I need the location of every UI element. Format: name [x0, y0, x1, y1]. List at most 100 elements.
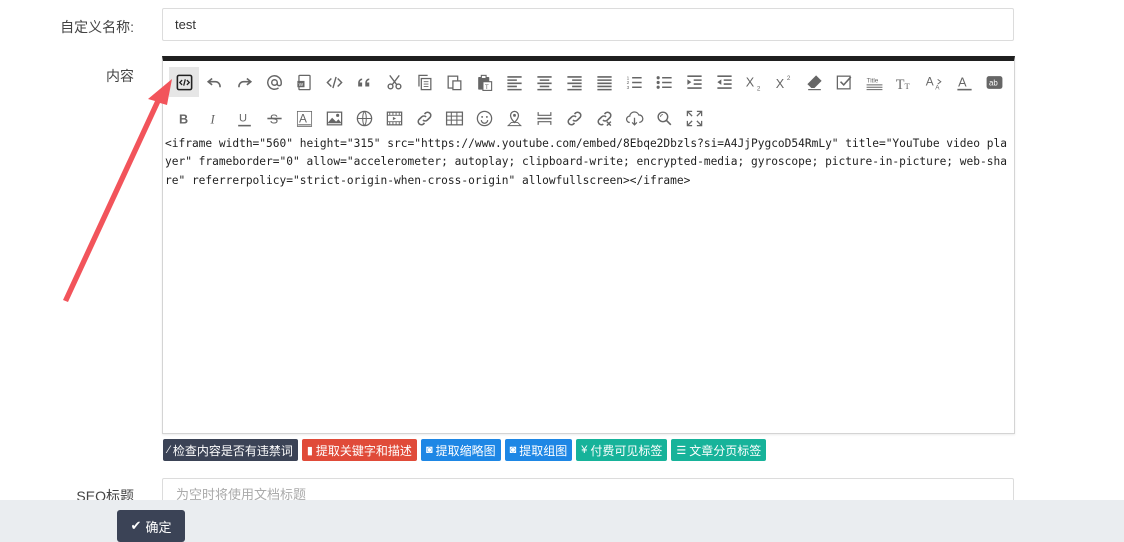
- background-color-icon: ab: [986, 75, 1002, 89]
- superscript-icon: X2: [775, 75, 790, 91]
- globe-image-icon: [356, 110, 372, 126]
- action-button-6[interactable]: ☰ 文章分页标签: [671, 439, 767, 461]
- cut-icon: [386, 74, 402, 90]
- toolbar-button-align-justify[interactable]: [589, 67, 619, 97]
- outdent-icon: [716, 74, 732, 89]
- list-icon: ☰: [676, 444, 687, 457]
- insert-link-icon: [567, 111, 581, 125]
- toolbar-button-cut[interactable]: [379, 67, 409, 97]
- confirm-button[interactable]: ✔ 确定: [117, 510, 185, 542]
- indent-icon: [686, 74, 702, 89]
- yen-icon: ¥: [581, 444, 588, 456]
- toolbar-button-unlink[interactable]: [589, 103, 619, 133]
- toolbar-button-code[interactable]: [319, 67, 349, 97]
- font-color-icon: A: [956, 75, 972, 90]
- toolbar-button-source-code[interactable]: [169, 67, 199, 97]
- toolbar-button-outdent[interactable]: [709, 67, 739, 97]
- search-replace-icon: [656, 110, 671, 125]
- svg-text:I: I: [209, 112, 215, 126]
- toolbar-button-text-style[interactable]: A: [289, 103, 319, 133]
- toolbar-button-select-all[interactable]: [829, 67, 859, 97]
- toolbar-button-italic[interactable]: I: [199, 103, 229, 133]
- toolbar-button-table[interactable]: [439, 103, 469, 133]
- title-icon: Title: [866, 77, 882, 90]
- toolbar-button-map[interactable]: [499, 103, 529, 133]
- toolbar-button-image[interactable]: [319, 103, 349, 133]
- toolbar-button-strikethrough[interactable]: S: [259, 103, 289, 133]
- source-code-area[interactable]: <iframe width="560" height="315" src="ht…: [163, 135, 1014, 190]
- toolbar-button-align-center[interactable]: [529, 67, 559, 97]
- toolbar-button-at[interactable]: [259, 67, 289, 97]
- paste-icon: [447, 75, 461, 90]
- toolbar-button-cloud-download[interactable]: [619, 103, 649, 133]
- toolbar-button-align-right[interactable]: [559, 67, 589, 97]
- toolbar-button-word-import[interactable]: W: [289, 67, 319, 97]
- toolbar-button-horizontal-rule[interactable]: [529, 103, 559, 133]
- toolbar-button-insert-link[interactable]: [559, 103, 589, 133]
- action-button-4[interactable]: ◙ 提取组图: [504, 439, 573, 461]
- toolbar-button-search-replace[interactable]: [649, 103, 679, 133]
- toolbar-button-background-color[interactable]: ab: [979, 67, 1009, 97]
- toolbar-button-subscript[interactable]: X2: [739, 67, 769, 97]
- toolbar-button-unordered-list[interactable]: [649, 67, 679, 97]
- toolbar-button-paste[interactable]: [439, 67, 469, 97]
- svg-text:A: A: [935, 84, 940, 91]
- svg-text:A: A: [925, 74, 933, 88]
- toolbar-button-title[interactable]: Title: [859, 67, 889, 97]
- toolbar-button-underline[interactable]: U: [229, 103, 259, 133]
- svg-text:X: X: [745, 75, 754, 89]
- toolbar-button-font-color[interactable]: A: [949, 67, 979, 97]
- text-scale-icon: AA: [925, 74, 942, 91]
- svg-text:ab: ab: [988, 78, 997, 87]
- underline-icon: U: [237, 112, 251, 126]
- paste-text-icon: T: [477, 74, 492, 91]
- toolbar-button-bold[interactable]: B: [169, 103, 199, 133]
- toolbar-button-copy[interactable]: [409, 67, 439, 97]
- align-right-icon: [566, 75, 582, 90]
- undo-icon: [206, 77, 221, 87]
- svg-text:B: B: [178, 112, 187, 126]
- select-all-icon: [836, 75, 851, 89]
- file-icon: ▮: [306, 444, 313, 457]
- toolbar-button-undo[interactable]: [199, 67, 229, 97]
- toolbar-button-globe-image[interactable]: [349, 103, 379, 133]
- at-icon: [266, 74, 282, 90]
- toolbar-button-blockquote[interactable]: [349, 67, 379, 97]
- wand-icon: ⁄: [168, 444, 170, 456]
- action-button-1[interactable]: ⁄ 检查内容是否有违禁词: [163, 439, 298, 461]
- page: 自定义名称: test 内容 W T 1 2 3 X 2 X 2 Title T T A A Aab BIU…: [0, 0, 1124, 542]
- action-button-2[interactable]: ▮ 提取关键字和描述: [301, 439, 417, 461]
- toolbar-row-2: B I USA: [169, 101, 709, 135]
- toolbar-button-fullscreen[interactable]: [679, 103, 709, 133]
- custom-name-input[interactable]: test: [162, 8, 1014, 41]
- toolbar-button-ordered-list[interactable]: 123: [619, 67, 649, 97]
- editor-toolbar: WT123X2X2TitleTTAAAab BIUSA: [163, 61, 1014, 133]
- action-button-5[interactable]: ¥ 付费可见标签: [576, 439, 668, 461]
- align-center-icon: [536, 75, 552, 90]
- toolbar-button-superscript[interactable]: X2: [769, 67, 799, 97]
- toolbar-button-emoji[interactable]: [469, 103, 499, 133]
- toolbar-button-font-size[interactable]: TT: [889, 67, 919, 97]
- toolbar-button-link[interactable]: [409, 103, 439, 133]
- table-icon: [445, 111, 463, 125]
- toolbar-button-redo[interactable]: [229, 67, 259, 97]
- custom-name-label: 自定义名称:: [60, 19, 134, 35]
- video-icon: [386, 111, 402, 125]
- emoji-icon: [476, 110, 492, 126]
- rich-text-editor[interactable]: WT123X2X2TitleTTAAAab BIUSA <iframe widt…: [162, 56, 1015, 434]
- action-button-label: 付费可见标签: [590, 443, 663, 458]
- content-label: 内容: [106, 68, 134, 84]
- link-icon: [417, 111, 431, 125]
- toolbar-button-text-scale[interactable]: AA: [919, 67, 949, 97]
- toolbar-button-align-left[interactable]: [499, 67, 529, 97]
- toolbar-button-paste-text[interactable]: T: [469, 67, 499, 97]
- svg-text:T: T: [895, 76, 904, 91]
- toolbar-button-video[interactable]: [379, 103, 409, 133]
- annotation-arrow-shape: [63, 79, 172, 302]
- code-icon: [325, 76, 343, 88]
- action-button-3[interactable]: ◙ 提取缩略图: [420, 439, 501, 461]
- toolbar-button-indent[interactable]: [679, 67, 709, 97]
- toolbar-button-clear-format[interactable]: [799, 67, 829, 97]
- confirm-label: 确定: [145, 519, 172, 535]
- source-code-icon: [176, 74, 192, 90]
